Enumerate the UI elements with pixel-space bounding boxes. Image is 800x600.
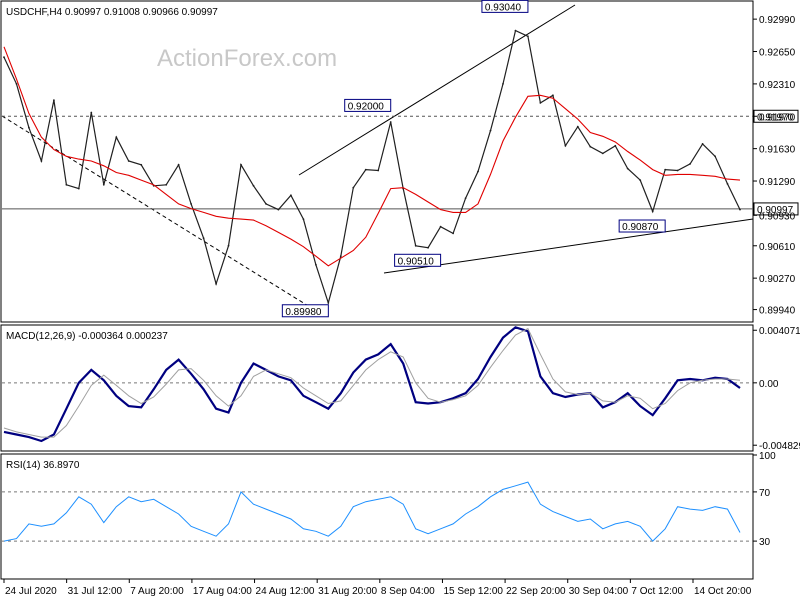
time-axis-tick-label: 22 Sep 20:00 [506,586,566,597]
price-point [15,83,18,85]
price-point [227,244,230,247]
price-point [576,125,579,128]
price-point [202,237,205,240]
rsi-header: RSI(14) 36.8970 [6,460,80,471]
price-point [626,167,629,170]
price-point [414,244,417,247]
time-axis-tick-label: 24 Aug 12:00 [256,586,315,597]
price-annotation-label: 0.90510 [398,256,435,267]
macd-header: MACD(12,26,9) -0.000364 0.000237 [6,331,168,342]
price-point [427,246,429,249]
price-point [327,302,330,304]
rsi-axis-tick-label: 70 [759,488,771,499]
price-point [689,163,691,165]
price-point [252,184,255,187]
price-annotation-label: 0.92000 [348,101,385,112]
time-axis-tick-label: 15 Sep 12:00 [443,586,503,597]
price-point [477,170,479,173]
price-point [464,197,467,200]
price-point [277,208,280,211]
price-point [65,183,68,186]
rsi-axis-tick-label: 30 [759,537,771,548]
price-point [614,144,617,147]
time-axis-tick-label: 7 Aug 20:00 [130,586,184,597]
watermark: ActionForex.com [157,45,337,72]
price-point [701,143,704,145]
price-axis-tick-label: 0.91290 [759,177,796,188]
price-point [377,169,380,172]
price-point [302,218,305,221]
price-point [639,179,642,182]
price-point [3,56,5,59]
price-point [589,145,592,148]
rsi-axis-tick-label: 100 [759,451,776,462]
price-point [527,35,529,38]
price-point [115,136,118,139]
price-axis-tick-label: 0.92310 [759,80,796,91]
price-point [90,111,93,114]
price-axis-tick-label: 0.91630 [759,145,796,156]
time-axis-tick-label: 8 Sep 04:00 [381,586,435,597]
price-point [651,210,654,213]
price-point [352,186,355,189]
price-point [177,163,180,166]
time-axis-tick-label: 31 Jul 12:00 [68,586,123,597]
chart-background [0,0,800,600]
time-axis-tick-label: 24 Jul 2020 [5,586,57,597]
price-point [77,187,80,190]
price-axis-tick-label: 0.89940 [759,306,796,317]
price-point [739,208,741,211]
price-point [514,29,517,32]
price-point [389,121,392,123]
price-axis-tick-label: 0.91970 [759,112,796,123]
time-axis-tick-label: 7 Oct 12:00 [631,586,683,597]
price-annotation-label: 0.89980 [285,307,322,318]
time-axis-tick-label: 30 Sep 04:00 [569,586,629,597]
price-point [364,168,367,171]
price-point [726,183,729,185]
price-axis-tick-label: 0.90270 [759,274,796,285]
price-point [165,183,168,186]
price-axis-tick-label: 0.90930 [759,211,796,222]
price-point [53,99,55,101]
price-annotation-label: 0.93040 [485,2,522,13]
macd-axis-tick-label: 0.004071 [759,326,800,337]
price-annotation-label: 0.90870 [622,222,659,233]
forex-chart: ActionForex.com USDCHF,H4 0.90997 0.9100… [0,0,800,600]
time-axis-tick-label: 17 Aug 04:00 [193,586,252,597]
price-point [664,168,667,171]
price-point [452,232,454,235]
time-axis-tick-label: 31 Aug 20:00 [318,586,377,597]
price-point [539,102,542,104]
time-axis-tick-label: 14 Oct 20:00 [694,586,752,597]
price-point [489,129,492,132]
price-point [290,194,292,197]
price-point [127,160,130,162]
price-point [315,263,317,266]
price-point [265,203,267,205]
price-point [240,163,242,166]
price-header: USDCHF,H4 0.90997 0.91008 0.90966 0.9099… [6,7,218,18]
price-point [601,152,604,155]
price-point [676,169,679,172]
price-point [502,83,504,85]
price-point [439,225,442,228]
price-point [552,94,554,97]
price-point [564,144,567,147]
price-point [714,155,716,158]
price-axis-tick-label: 0.90610 [759,242,796,253]
price-point [28,126,30,129]
price-axis-tick-label: 0.92990 [759,15,796,26]
price-point [140,163,143,166]
macd-axis-tick-label: 0.00 [759,379,779,390]
price-axis-tick-label: 0.92650 [759,48,796,59]
price-point [40,160,43,162]
price-point [102,183,105,186]
price-point [190,203,193,205]
price-point [339,255,342,258]
price-point [215,283,218,285]
